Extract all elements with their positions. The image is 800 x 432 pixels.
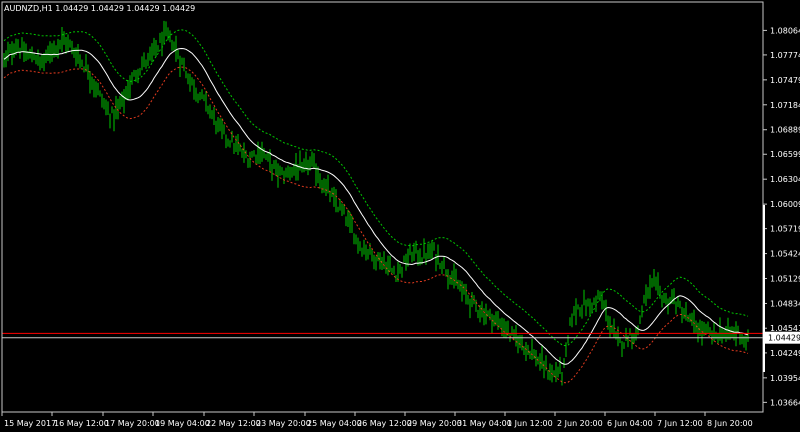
price-lines-layer: [2, 332, 763, 339]
x-tick-label: 29 May 20:00: [407, 419, 462, 428]
y-tick-label: 1.07774: [770, 51, 800, 60]
y-tick-label: 1.04249: [770, 349, 800, 358]
x-tick-label: 25 May 04:00: [307, 419, 362, 428]
y-tick-label: 1.07184: [770, 101, 800, 110]
x-tick-label: 22 May 12:00: [206, 419, 261, 428]
x-tick-label: 16 May 12:00: [54, 419, 109, 428]
y-tick-label: 1.03664: [770, 398, 800, 407]
price-chart[interactable]: 1.08064 1.07774 1.07479 1.07184 1.06889 1.065…: [0, 0, 800, 432]
chart-area[interactable]: 1.08064 1.07774 1.07479 1.07184 1.06889 1.065…: [0, 0, 800, 432]
y-tick-label: 1.03954: [770, 374, 800, 383]
x-tick-label: 6 Jun 04:00: [607, 419, 653, 428]
x-tick-label: 1 Jun 12:00: [507, 419, 553, 428]
x-tick-label: 2 Jun 20:00: [557, 419, 603, 428]
symbol-header: AUDNZD,H1 1.04429 1.04429 1.04429 1.0442…: [4, 4, 195, 13]
x-tick-label: 19 May 04:00: [155, 419, 210, 428]
y-tick-label: 1.05719: [770, 225, 800, 234]
y-tick-label: 1.07479: [770, 76, 800, 85]
x-tick-label: 17 May 20:00: [105, 419, 160, 428]
x-tick-label: 15 May 2017: [4, 419, 56, 428]
x-tick-label: 23 May 20:00: [256, 419, 311, 428]
y-tick-label: 1.06889: [770, 126, 800, 135]
y-tick-label: 1.06599: [770, 150, 800, 159]
upper-envelope-line: [3, 29, 749, 347]
y-tick-label: 1.04834: [770, 299, 800, 308]
x-tick-label: 26 May 12:00: [357, 419, 412, 428]
x-tick-label: 8 Jun 20:00: [707, 419, 753, 428]
y-tick-label: 1.06304: [770, 175, 800, 184]
y-tick-label: 1.05424: [770, 250, 800, 259]
y-tick-label: 1.05129: [770, 275, 800, 284]
axes-layer: 1.08064 1.07774 1.07479 1.07184 1.06889 1.065…: [1, 1, 800, 428]
current-price-label: 1.04429: [768, 334, 800, 343]
plot-frame: [1, 1, 764, 413]
x-tick-label: 7 Jun 12:00: [657, 419, 703, 428]
y-tick-label: 1.06009: [770, 200, 800, 209]
candles-layer: [3, 20, 749, 386]
x-tick-label: 31 May 04:00: [457, 419, 512, 428]
y-tick-label: 1.08064: [770, 26, 800, 35]
